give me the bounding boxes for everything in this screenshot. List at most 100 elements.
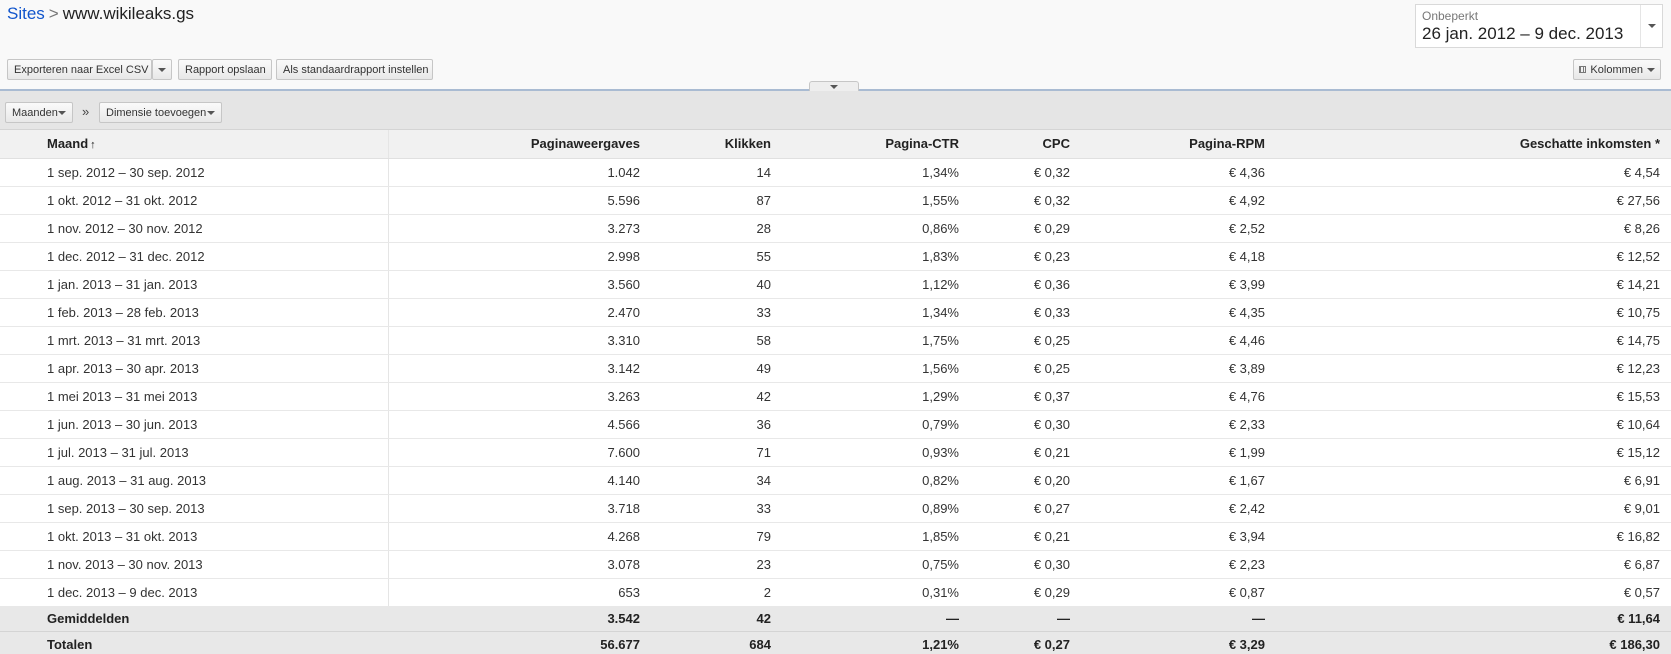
cell-month: 1 sep. 2012 – 30 sep. 2012 xyxy=(0,158,389,187)
cell-page-rpm: € 4,92 xyxy=(1076,186,1271,215)
averages-pageviews: 3.542 xyxy=(388,605,646,631)
cell-month: 1 nov. 2013 – 30 nov. 2013 xyxy=(0,550,389,579)
cell-pageviews: 3.263 xyxy=(388,382,646,411)
table-row: 1 sep. 2013 – 30 sep. 2013 3.718 33 0,89% € … xyxy=(0,494,1671,523)
cell-month: 1 sep. 2013 – 30 sep. 2013 xyxy=(0,494,389,523)
column-header-month-label: Maand xyxy=(47,136,89,152)
cell-clicks: 34 xyxy=(646,466,777,495)
cell-cpc: € 0,25 xyxy=(965,354,1076,383)
table-row: 1 sep. 2012 – 30 sep. 2012 1.042 14 1,34% € … xyxy=(0,158,1671,187)
add-dimension-label: Dimensie toevoegen xyxy=(106,106,207,119)
export-csv-button[interactable]: Exporteren naar Excel CSV xyxy=(7,59,152,80)
column-header-pageviews[interactable]: Paginaweergaves xyxy=(388,130,646,159)
dimension-bar: Maanden » Dimensie toevoegen xyxy=(0,91,1671,130)
column-header-cpc[interactable]: CPC xyxy=(965,130,1076,159)
cell-cpc: € 0,37 xyxy=(965,382,1076,411)
cell-cpc: € 0,21 xyxy=(965,438,1076,467)
cell-estimated-earnings: € 9,01 xyxy=(1271,494,1671,523)
cell-page-ctr: 0,75% xyxy=(777,550,965,579)
dimension-months-dropdown[interactable]: Maanden xyxy=(5,102,73,123)
column-header-month[interactable]: Maand ↑ xyxy=(0,130,389,159)
averages-cpc: — xyxy=(965,605,1076,631)
averages-page-ctr: — xyxy=(777,605,965,631)
cell-estimated-earnings: € 0,57 xyxy=(1271,578,1671,607)
cell-pageviews: 4.566 xyxy=(388,410,646,439)
table-row: 1 jul. 2013 – 31 jul. 2013 7.600 71 0,93% € … xyxy=(0,438,1671,467)
totals-pageviews: 56.677 xyxy=(388,630,646,654)
totals-clicks: 684 xyxy=(646,630,777,654)
averages-label: Gemiddelden xyxy=(0,605,388,631)
cell-page-ctr: 1,29% xyxy=(777,382,965,411)
cell-estimated-earnings: € 6,87 xyxy=(1271,550,1671,579)
dimension-months-label: Maanden xyxy=(12,106,58,119)
date-range-picker[interactable]: Onbeperkt 26 jan. 2012 – 9 dec. 2013 xyxy=(1415,4,1663,48)
cell-month: 1 jul. 2013 – 31 jul. 2013 xyxy=(0,438,389,467)
cell-page-rpm: € 1,67 xyxy=(1076,466,1271,495)
cell-page-rpm: € 2,33 xyxy=(1076,410,1271,439)
table-row: 1 aug. 2013 – 31 aug. 2013 4.140 34 0,82% € … xyxy=(0,466,1671,495)
cell-page-ctr: 1,34% xyxy=(777,298,965,327)
cell-page-ctr: 0,82% xyxy=(777,466,965,495)
cell-page-ctr: 0,79% xyxy=(777,410,965,439)
cell-estimated-earnings: € 12,23 xyxy=(1271,354,1671,383)
cell-estimated-earnings: € 10,75 xyxy=(1271,298,1671,327)
cell-cpc: € 0,36 xyxy=(965,270,1076,299)
cell-page-rpm: € 4,18 xyxy=(1076,242,1271,271)
cell-clicks: 40 xyxy=(646,270,777,299)
sort-ascending-icon: ↑ xyxy=(90,139,96,152)
date-range-dropdown-arrow[interactable] xyxy=(1640,5,1662,47)
cell-pageviews: 7.600 xyxy=(388,438,646,467)
columns-button[interactable]: Kolommen xyxy=(1573,59,1661,80)
save-report-button[interactable]: Rapport opslaan xyxy=(178,59,272,80)
cell-pageviews: 5.596 xyxy=(388,186,646,215)
table-row: 1 mrt. 2013 – 31 mrt. 2013 3.310 58 1,75% € … xyxy=(0,326,1671,355)
cell-estimated-earnings: € 27,56 xyxy=(1271,186,1671,215)
cell-cpc: € 0,27 xyxy=(965,494,1076,523)
column-header-page-rpm[interactable]: Pagina-RPM xyxy=(1076,130,1271,159)
cell-page-rpm: € 3,89 xyxy=(1076,354,1271,383)
cell-pageviews: 3.560 xyxy=(388,270,646,299)
cell-pageviews: 3.142 xyxy=(388,354,646,383)
cell-cpc: € 0,23 xyxy=(965,242,1076,271)
breadcrumb-separator: > xyxy=(48,4,59,23)
cell-estimated-earnings: € 8,26 xyxy=(1271,214,1671,243)
cell-page-rpm: € 3,94 xyxy=(1076,522,1271,551)
cell-pageviews: 4.268 xyxy=(388,522,646,551)
averages-page-rpm: — xyxy=(1076,605,1271,631)
export-options-dropdown[interactable] xyxy=(152,59,172,80)
cell-month: 1 aug. 2013 – 31 aug. 2013 xyxy=(0,466,389,495)
dimension-separator: » xyxy=(82,104,90,119)
column-header-clicks[interactable]: Klikken xyxy=(646,130,777,159)
column-header-page-ctr[interactable]: Pagina-CTR xyxy=(777,130,965,159)
averages-clicks: 42 xyxy=(646,605,777,631)
column-header-estimated-earnings[interactable]: Geschatte inkomsten * xyxy=(1271,130,1671,159)
cell-month: 1 jan. 2013 – 31 jan. 2013 xyxy=(0,270,389,299)
table-row: 1 jun. 2013 – 30 jun. 2013 4.566 36 0,79% € … xyxy=(0,410,1671,439)
totals-estimated-earnings: € 186,30 xyxy=(1271,630,1671,654)
cell-estimated-earnings: € 10,64 xyxy=(1271,410,1671,439)
cell-estimated-earnings: € 15,12 xyxy=(1271,438,1671,467)
set-default-report-button[interactable]: Als standaardrapport instellen xyxy=(276,59,433,80)
cell-clicks: 49 xyxy=(646,354,777,383)
cell-clicks: 55 xyxy=(646,242,777,271)
cell-cpc: € 0,25 xyxy=(965,326,1076,355)
cell-estimated-earnings: € 15,53 xyxy=(1271,382,1671,411)
cell-page-ctr: 0,89% xyxy=(777,494,965,523)
cell-clicks: 28 xyxy=(646,214,777,243)
cell-month: 1 jun. 2013 – 30 jun. 2013 xyxy=(0,410,389,439)
cell-month: 1 nov. 2012 – 30 nov. 2012 xyxy=(0,214,389,243)
totals-label: Totalen xyxy=(0,630,388,654)
cell-month: 1 dec. 2012 – 31 dec. 2012 xyxy=(0,242,389,271)
cell-estimated-earnings: € 14,21 xyxy=(1271,270,1671,299)
breadcrumb-current-site: www.wikileaks.gs xyxy=(62,4,195,23)
breadcrumb: Sites > www.wikileaks.gs xyxy=(7,4,194,24)
columns-icon xyxy=(1579,66,1587,73)
cell-page-rpm: € 4,46 xyxy=(1076,326,1271,355)
cell-cpc: € 0,33 xyxy=(965,298,1076,327)
cell-pageviews: 2.998 xyxy=(388,242,646,271)
breadcrumb-sites-link[interactable]: Sites xyxy=(7,4,45,23)
cell-page-rpm: € 4,36 xyxy=(1076,158,1271,187)
add-dimension-dropdown[interactable]: Dimensie toevoegen xyxy=(99,102,222,123)
cell-cpc: € 0,21 xyxy=(965,522,1076,551)
cell-month: 1 mrt. 2013 – 31 mrt. 2013 xyxy=(0,326,389,355)
